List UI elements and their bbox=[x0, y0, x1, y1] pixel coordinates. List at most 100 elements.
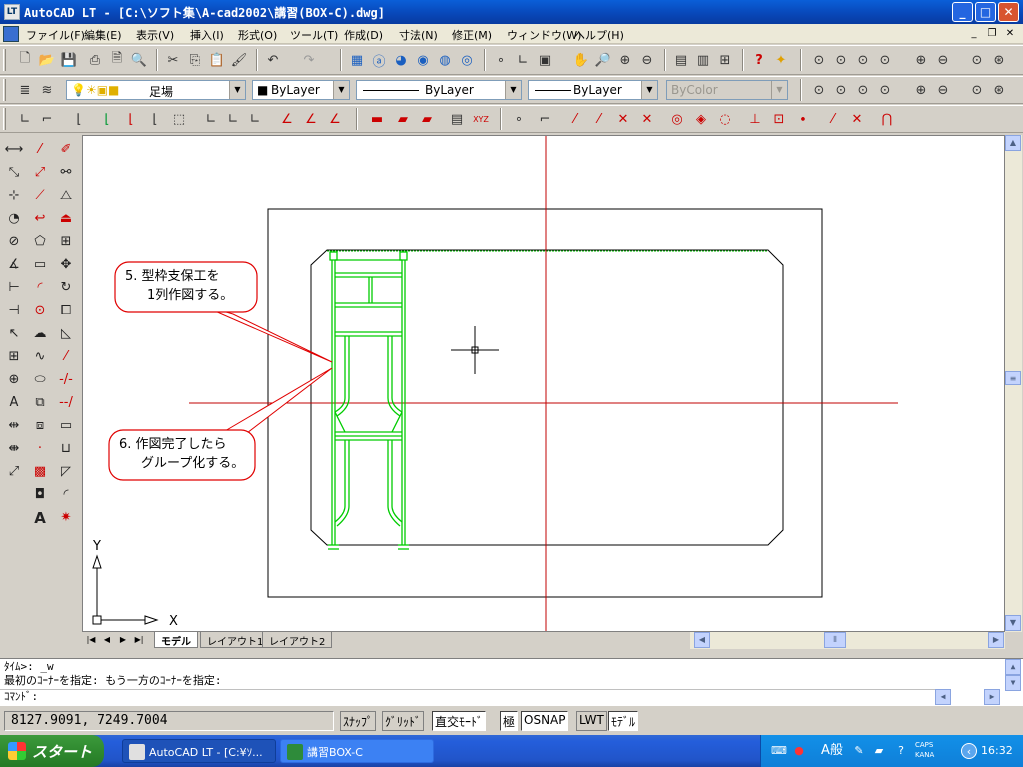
chevron-down-icon[interactable]: ▼ bbox=[641, 81, 657, 99]
snap-nearest-icon[interactable]: ⁄ bbox=[822, 108, 844, 130]
publish-icon[interactable]: ◍ bbox=[434, 49, 456, 71]
coordinate-display[interactable]: 8127.9091, 7249.7004 bbox=[4, 711, 334, 731]
undo-polyline-tool-icon[interactable]: ↩ bbox=[28, 207, 52, 230]
scroll-down-icon[interactable]: ▼ bbox=[1005, 615, 1021, 631]
make-block-tool-icon[interactable]: ⧈ bbox=[28, 414, 52, 437]
hyperlink-icon[interactable]: ◉ bbox=[412, 49, 434, 71]
linetype-dropdown[interactable]: ByLayer ▼ bbox=[356, 80, 522, 100]
ortho-toggle[interactable]: 直交ﾓｰﾄﾞ bbox=[432, 711, 487, 731]
zoom-object-icon[interactable]: ⊛ bbox=[988, 49, 1010, 71]
construction-line-tool-icon[interactable]: ⤢ bbox=[28, 161, 52, 184]
dim-baseline-tool-icon[interactable]: ⊢ bbox=[2, 276, 26, 299]
tab-next-icon[interactable]: ▶ bbox=[116, 633, 130, 647]
tray-expand-icon[interactable]: ‹ bbox=[961, 743, 977, 759]
revision-cloud-tool-icon[interactable]: ☁ bbox=[28, 322, 52, 345]
snap-node-icon[interactable]: ∙ bbox=[792, 108, 814, 130]
dim-style-icon[interactable]: XYZ bbox=[470, 108, 492, 130]
menu-window[interactable]: ウィンドウ(W) bbox=[507, 27, 581, 43]
polar-toggle[interactable]: 極 bbox=[500, 711, 519, 731]
task-autocad[interactable]: AutoCAD LT - [C:¥ｿ... bbox=[122, 739, 276, 763]
zoom-extents2-icon[interactable]: ⊛ bbox=[988, 79, 1010, 101]
ellipse-tool-icon[interactable]: ⬭ bbox=[28, 368, 52, 391]
ime-help-icon[interactable]: ? bbox=[893, 743, 909, 759]
tab-model[interactable]: モデル bbox=[154, 632, 198, 648]
point-tool-icon[interactable]: · bbox=[28, 437, 52, 460]
paste-icon[interactable]: 📋 bbox=[206, 49, 228, 71]
cmd-scroll-left-icon[interactable]: ◀ bbox=[935, 689, 951, 705]
snap-temp-track-icon[interactable]: ∘ bbox=[508, 108, 530, 130]
tab-prev-icon[interactable]: ◀ bbox=[100, 633, 114, 647]
grid-toggle[interactable]: ｸﾞﾘｯﾄﾞ bbox=[382, 711, 425, 731]
horizontal-scrollbar[interactable]: ◀ ⦀ ▶ bbox=[690, 632, 1005, 649]
doc-close-button[interactable]: ✕ bbox=[1002, 27, 1018, 41]
command-input[interactable]: ｺﾏﾝﾄﾞ: bbox=[0, 689, 935, 705]
tab-first-icon[interactable]: |◀ bbox=[84, 633, 98, 647]
cmd-scroll-up-icon[interactable]: ▲ bbox=[1005, 659, 1021, 675]
design-center-palette-icon[interactable]: ▥ bbox=[692, 49, 714, 71]
copy-icon[interactable]: ⎘ bbox=[184, 49, 206, 71]
menu-tools[interactable]: ツール(T) bbox=[290, 27, 338, 43]
snap-midpoint-icon[interactable]: ⁄ bbox=[588, 108, 610, 130]
spline-tool-icon[interactable]: ∿ bbox=[28, 345, 52, 368]
menu-dimension[interactable]: 寸法(N) bbox=[399, 27, 438, 43]
snap-toggle[interactable]: ｽﾅｯﾌﾟ bbox=[340, 711, 377, 731]
sheet-set-icon[interactable]: ✦ bbox=[770, 49, 792, 71]
layer-previous-icon[interactable]: ≋ bbox=[36, 79, 58, 101]
osnap-toggle[interactable]: OSNAP bbox=[521, 711, 569, 731]
ucs-3point-icon[interactable]: ⌊ bbox=[144, 108, 166, 130]
lineweight-dropdown[interactable]: ByLayer ▼ bbox=[528, 80, 658, 100]
find-icon[interactable]: 🔍 bbox=[128, 49, 150, 71]
ucs-previous-icon[interactable]: ⌐ bbox=[36, 108, 58, 130]
hscroll-thumb[interactable]: ⦀ bbox=[824, 632, 846, 648]
dim-continue-tool-icon[interactable]: ⊣ bbox=[2, 299, 26, 322]
tool-palettes-icon[interactable]: ⊞ bbox=[714, 49, 736, 71]
ucs-icon[interactable]: ∟ bbox=[512, 49, 534, 71]
ucs-object-icon[interactable]: ⌊ bbox=[68, 108, 90, 130]
menu-insert[interactable]: 挿入(I) bbox=[190, 27, 224, 43]
new-file-icon[interactable]: 🗋 bbox=[14, 49, 36, 71]
rotate-tool-icon[interactable]: ↻ bbox=[54, 276, 78, 299]
scroll-left-icon[interactable]: ◀ bbox=[694, 632, 710, 648]
lengthen-tool-icon[interactable]: ⁄ bbox=[54, 345, 78, 368]
pan-realtime-icon[interactable]: ✋ bbox=[570, 49, 592, 71]
menu-help[interactable]: ヘルプ(H) bbox=[574, 27, 624, 43]
insert-block-tool-icon[interactable]: ⧉ bbox=[28, 391, 52, 414]
web-icon[interactable]: ◕ bbox=[390, 49, 412, 71]
ucs-origin-icon[interactable]: ⌊ bbox=[96, 108, 118, 130]
cmd-scroll-down-icon[interactable]: ▼ bbox=[1005, 675, 1021, 691]
ucs-world-icon[interactable]: ∟ bbox=[14, 108, 36, 130]
ime-mode[interactable]: A般 bbox=[817, 743, 847, 759]
dim-linear-tool-icon[interactable]: ⟷ bbox=[2, 138, 26, 161]
menu-modify[interactable]: 修正(M) bbox=[452, 27, 492, 43]
doc-restore-button[interactable]: ❐ bbox=[984, 27, 1000, 41]
restore-button[interactable]: □ bbox=[975, 2, 996, 22]
snap-endpoint-icon[interactable]: ⁄ bbox=[564, 108, 586, 130]
ucs-named-icon[interactable]: ∠ bbox=[300, 108, 322, 130]
zoom-out-icon[interactable]: ⊖ bbox=[932, 49, 954, 71]
tab-layout2[interactable]: レイアウト2 bbox=[262, 632, 333, 648]
line-tool-icon[interactable]: ⁄ bbox=[28, 138, 52, 161]
snap-from-icon[interactable]: ∘ bbox=[490, 49, 512, 71]
meet-now-icon[interactable]: ◎ bbox=[456, 49, 478, 71]
snap-from2-icon[interactable]: ⌐ bbox=[534, 108, 556, 130]
dim-aligned-icon[interactable]: ▰ bbox=[392, 108, 414, 130]
zoom-dynamic2-icon[interactable]: ⊙ bbox=[830, 79, 852, 101]
layer-dropdown[interactable]: 💡☀▣■ 足場 ▼ bbox=[66, 80, 246, 100]
snap-none-icon[interactable]: ✕ bbox=[846, 108, 868, 130]
save-icon[interactable]: 💾 bbox=[58, 49, 80, 71]
chamfer-tool-icon[interactable]: ◸ bbox=[54, 460, 78, 483]
multiline-text-tool-icon[interactable]: A bbox=[28, 506, 52, 529]
erase-tool-icon[interactable]: ✐ bbox=[54, 138, 78, 161]
snap-tangent-icon[interactable]: ◌ bbox=[714, 108, 736, 130]
dim-style-tool-icon[interactable]: ⤢ bbox=[2, 460, 26, 483]
chevron-down-icon[interactable]: ▼ bbox=[333, 81, 349, 99]
snap-perpendicular-icon[interactable]: ⊥ bbox=[744, 108, 766, 130]
snap-center-icon[interactable]: ◎ bbox=[666, 108, 688, 130]
tab-layout1[interactable]: レイアウト1 bbox=[200, 632, 271, 648]
menu-format[interactable]: 形式(O) bbox=[238, 27, 277, 43]
zoom-previous-icon[interactable]: ⊖ bbox=[636, 49, 658, 71]
break-tool-icon[interactable]: ▭ bbox=[54, 414, 78, 437]
toolbar-grip[interactable] bbox=[3, 49, 6, 71]
dim-edit-tool-icon[interactable]: A bbox=[2, 391, 26, 414]
zoom-dynamic-icon[interactable]: ⊙ bbox=[852, 49, 874, 71]
